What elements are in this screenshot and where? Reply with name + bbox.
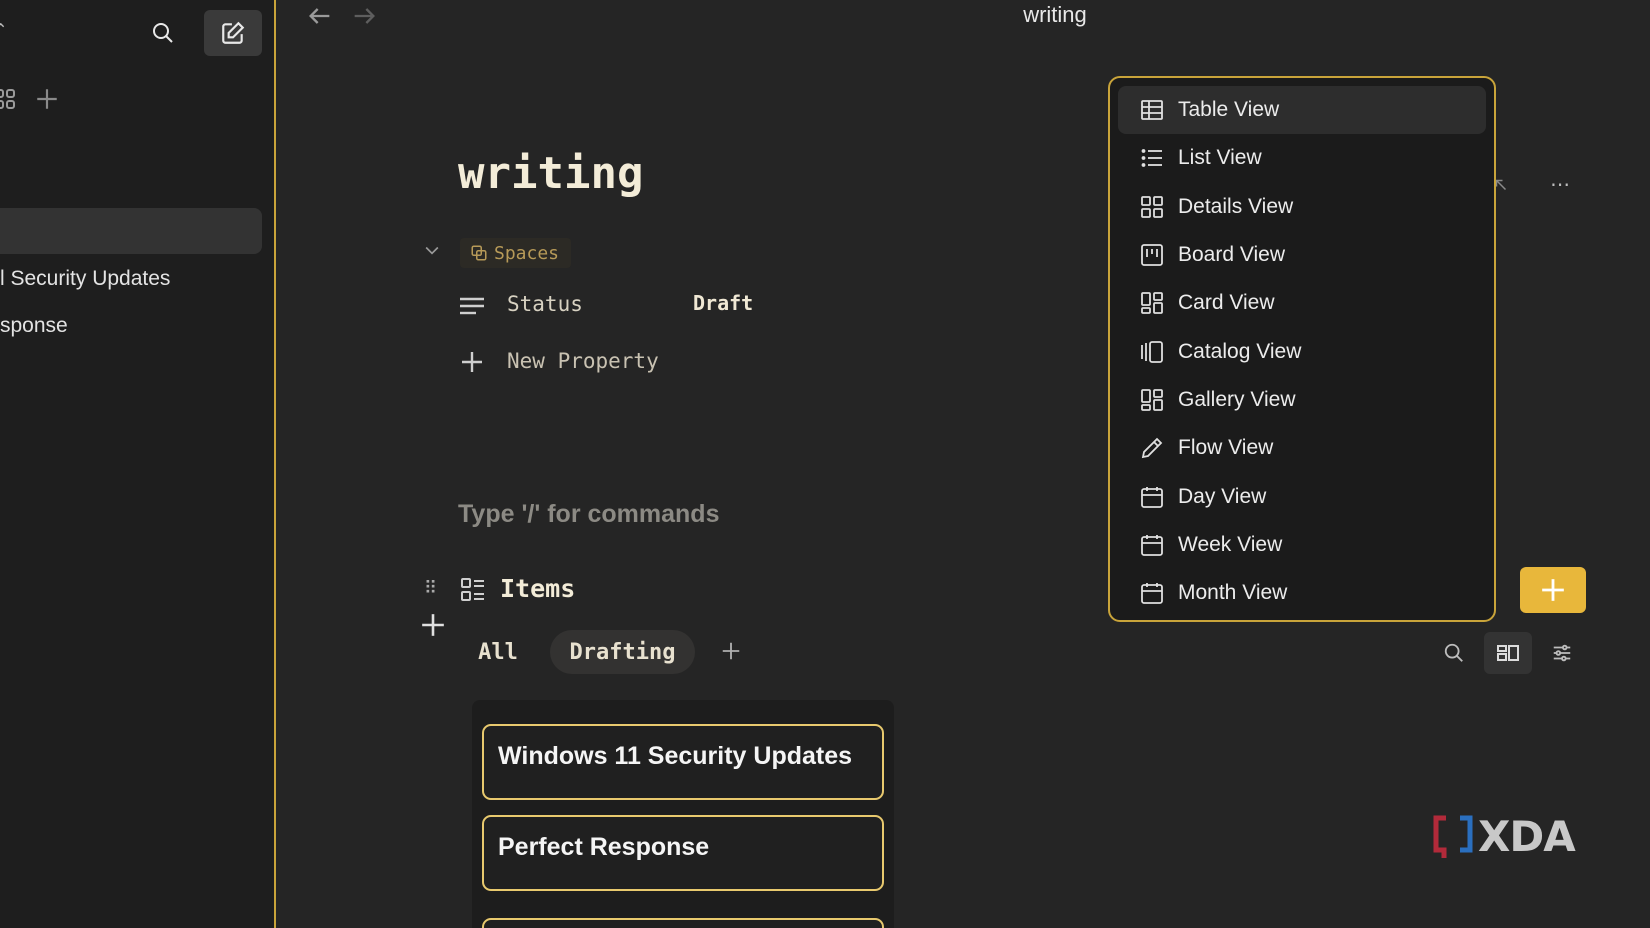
gallery-icon bbox=[1141, 389, 1163, 411]
menu-item-details-view[interactable]: Details View bbox=[1118, 183, 1486, 231]
items-block-title[interactable]: Items bbox=[500, 574, 575, 603]
property-name-status[interactable]: Status bbox=[507, 292, 583, 316]
menu-item-label: Day View bbox=[1178, 484, 1267, 508]
menu-item-day-view[interactable]: Day View bbox=[1118, 472, 1486, 520]
layout-icon bbox=[1497, 645, 1519, 661]
forward-arrow-icon[interactable] bbox=[350, 2, 378, 30]
search-button[interactable] bbox=[146, 16, 180, 50]
add-tab-icon[interactable] bbox=[720, 640, 742, 662]
new-note-button[interactable] bbox=[204, 10, 262, 56]
card-icon bbox=[1141, 292, 1163, 315]
sidebar-item-response[interactable]: sponse bbox=[0, 314, 68, 338]
calendar-icon bbox=[1141, 534, 1163, 556]
back-arrow-icon[interactable] bbox=[306, 2, 334, 30]
menu-item-label: Gallery View bbox=[1178, 387, 1296, 411]
menu-item-label: Catalog View bbox=[1178, 339, 1302, 363]
sliders-icon bbox=[1553, 644, 1571, 662]
text-lines-icon bbox=[460, 297, 484, 315]
window-title: writing bbox=[1023, 2, 1087, 27]
grid-icon bbox=[1141, 195, 1163, 218]
property-value-status[interactable]: Draft bbox=[693, 291, 753, 315]
drag-handle-icon[interactable]: ⠿ bbox=[424, 578, 437, 599]
plus-icon[interactable] bbox=[460, 350, 484, 374]
filter-button[interactable] bbox=[1538, 632, 1586, 674]
menu-item-list-view[interactable]: List View bbox=[1118, 134, 1486, 182]
search-icon bbox=[153, 23, 173, 43]
tab-drafting[interactable]: Drafting bbox=[550, 630, 695, 674]
xda-watermark: XDA bbox=[1432, 812, 1576, 861]
grid-icon[interactable] bbox=[0, 88, 16, 110]
menu-item-label: List View bbox=[1178, 146, 1262, 170]
sidebar-item-security-updates[interactable]: l Security Updates bbox=[0, 267, 170, 291]
menu-item-gallery-view[interactable]: Gallery View bbox=[1118, 376, 1486, 424]
xda-bracket-logo bbox=[1433, 815, 1473, 858]
menu-item-month-view[interactable]: Month View bbox=[1118, 569, 1486, 617]
menu-item-flow-view[interactable]: Flow View bbox=[1118, 424, 1486, 472]
list-icon bbox=[1141, 149, 1162, 168]
sidebar-selected-item[interactable] bbox=[0, 208, 262, 254]
menu-item-label: Table View bbox=[1178, 98, 1280, 122]
add-block-icon[interactable] bbox=[420, 612, 446, 638]
view-layout-button[interactable] bbox=[1484, 632, 1532, 674]
pencil-icon bbox=[1141, 437, 1163, 459]
xda-logo-text: XDA bbox=[1478, 812, 1576, 861]
menu-item-label: Card View bbox=[1178, 291, 1275, 315]
card-item[interactable] bbox=[482, 918, 884, 928]
page-title[interactable]: writing bbox=[458, 148, 643, 199]
calendar-icon bbox=[1141, 583, 1163, 605]
menu-item-label: Month View bbox=[1178, 581, 1288, 605]
menu-item-board-view[interactable]: Board View bbox=[1118, 231, 1486, 279]
menu-item-card-view[interactable]: Card View bbox=[1118, 279, 1486, 327]
items-search-button[interactable] bbox=[1430, 632, 1478, 674]
menu-item-label: Week View bbox=[1178, 532, 1283, 556]
menu-item-label: Details View bbox=[1178, 194, 1294, 218]
search-icon bbox=[1444, 643, 1463, 662]
more-options-icon[interactable]: ⋯ bbox=[1550, 172, 1571, 197]
menu-item-table-view[interactable]: Table View bbox=[1118, 86, 1486, 135]
command-hint-placeholder[interactable]: Type '/' for commands bbox=[458, 500, 719, 529]
add-item-button[interactable] bbox=[1520, 567, 1586, 613]
menu-item-week-view[interactable]: Week View bbox=[1118, 521, 1486, 569]
chevron-updown-icon[interactable]: ⌃ bbox=[0, 20, 7, 40]
plus-icon bbox=[1542, 579, 1564, 601]
spaces-icon bbox=[471, 245, 487, 261]
board-icon bbox=[1141, 244, 1163, 266]
spaces-tag-label: Spaces bbox=[494, 242, 560, 264]
chevron-down-icon[interactable] bbox=[422, 240, 442, 260]
card-item[interactable]: Perfect Response bbox=[482, 815, 884, 891]
table-icon bbox=[1141, 100, 1163, 121]
menu-item-label: Flow View bbox=[1178, 436, 1274, 460]
spaces-tag[interactable]: Spaces bbox=[460, 238, 572, 268]
new-property-button[interactable]: New Property bbox=[507, 349, 659, 373]
list-details-icon bbox=[461, 578, 484, 601]
sidebar: ⌃ l Security Updates sponse bbox=[0, 0, 276, 928]
card-item[interactable]: Windows 11 Security Updates bbox=[482, 724, 884, 800]
menu-item-label: Board View bbox=[1178, 243, 1286, 267]
tab-all[interactable]: All bbox=[462, 630, 534, 674]
menu-item-catalog-view[interactable]: Catalog View bbox=[1118, 327, 1486, 375]
edit-icon bbox=[222, 21, 245, 44]
catalog-icon bbox=[1141, 340, 1163, 363]
view-type-menu: Table View List View Details View Board … bbox=[1108, 76, 1496, 622]
add-space-icon[interactable] bbox=[34, 86, 60, 112]
calendar-icon bbox=[1141, 486, 1163, 508]
